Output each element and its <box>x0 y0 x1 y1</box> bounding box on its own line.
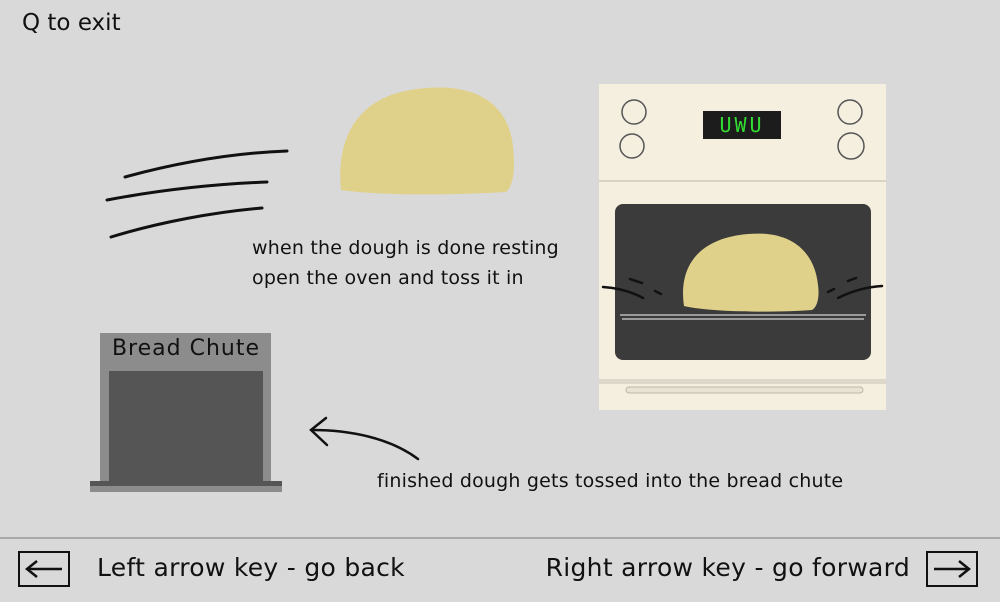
left-arrow-key-button[interactable] <box>18 551 70 587</box>
oven-handle[interactable] <box>625 386 864 394</box>
knob-icon[interactable] <box>621 99 647 125</box>
go-back-label: Left arrow key - go back <box>97 553 405 582</box>
resting-caption: when the dough is done resting open the … <box>252 233 559 293</box>
chute-base <box>90 481 282 486</box>
resting-caption-line2: open the oven and toss it in <box>252 267 524 289</box>
go-forward-label: Right arrow key - go forward <box>545 553 910 582</box>
right-arrow-icon <box>934 560 972 578</box>
motion-lines <box>105 149 289 239</box>
right-arrow-key-button[interactable] <box>926 551 978 587</box>
chute-caption: finished dough gets tossed into the brea… <box>377 470 844 492</box>
oven-display: UWU <box>719 113 765 137</box>
knob-icon[interactable] <box>619 133 645 159</box>
chute-opening <box>109 371 263 483</box>
chute-sign: Bread Chute <box>111 336 261 361</box>
resting-caption-line1: when the dough is done resting <box>252 237 559 259</box>
navigation-bar: Left arrow key - go back Right arrow key… <box>0 537 1000 602</box>
knob-icon[interactable] <box>837 132 865 160</box>
left-arrow-icon <box>24 560 62 578</box>
flying-dough <box>340 87 515 195</box>
knob-icon[interactable] <box>837 99 863 125</box>
chute-arrow <box>309 416 420 461</box>
